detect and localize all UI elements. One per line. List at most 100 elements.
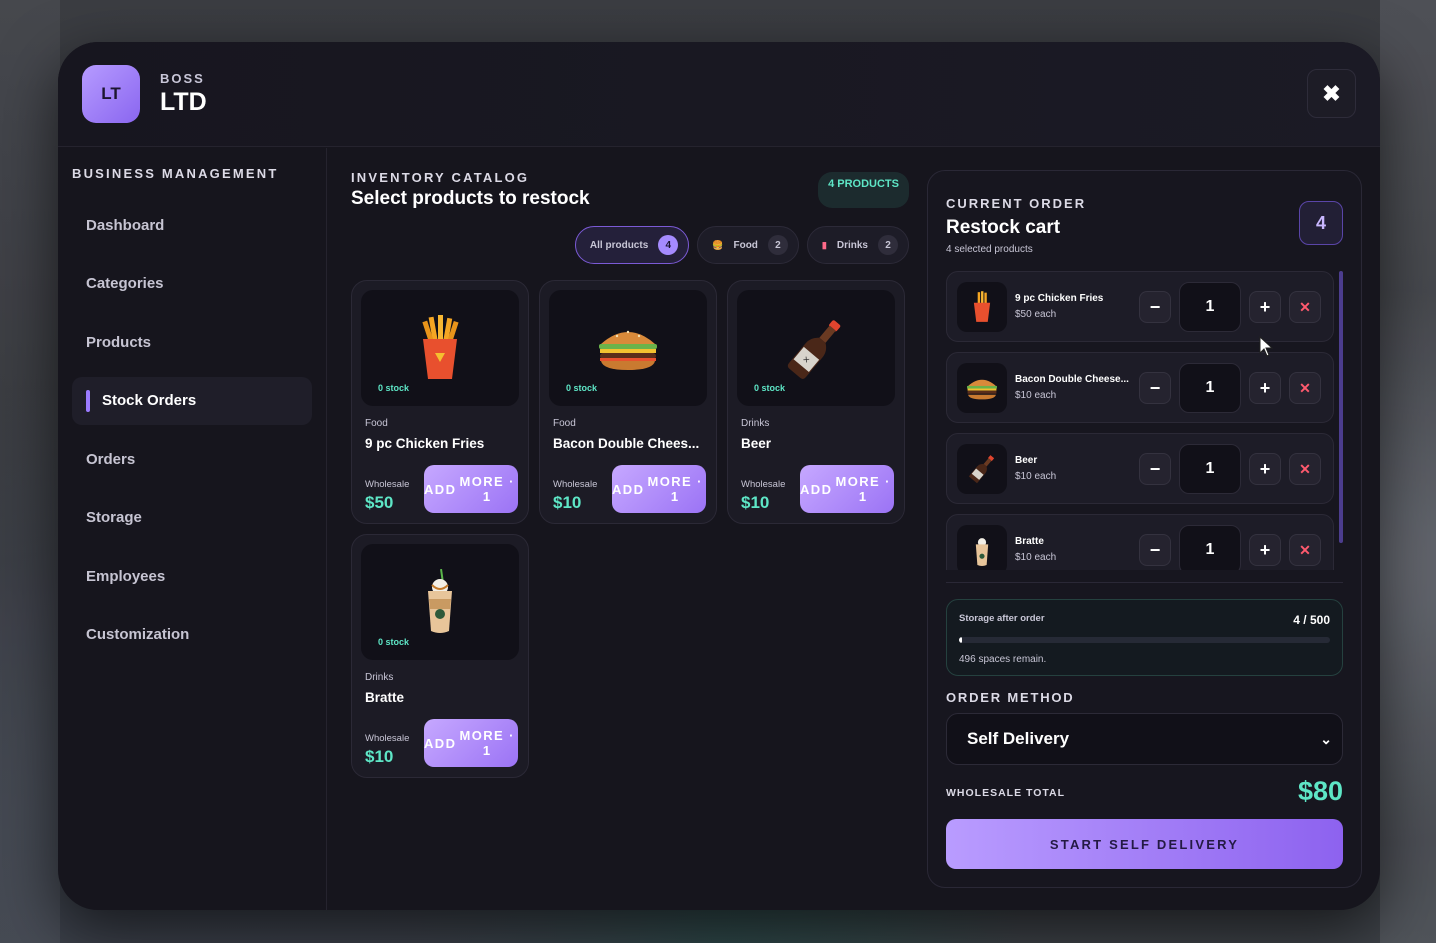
wholesale-price: $10 [741, 493, 770, 512]
order-title: Restock cart [946, 217, 1061, 238]
quantity-value[interactable]: 1 [1179, 363, 1241, 413]
wholesale-price: $50 [365, 493, 394, 512]
increase-button[interactable]: + [1249, 534, 1281, 566]
product-category: Food [365, 418, 388, 429]
product-card: ✕ 0 stock Drinks Beer Wholesale $10 ADD M… [727, 280, 905, 524]
catalog-label: INVENTORY CATALOG [351, 170, 530, 185]
filter-food[interactable]: 🍔 Food 2 [697, 226, 799, 264]
add-more-button[interactable]: ADD MORE · 1 [800, 465, 894, 513]
quantity-stepper: − 1 + ✕ [1139, 282, 1321, 332]
sidebar-item-products[interactable]: Products [72, 318, 312, 366]
close-button[interactable]: ✖ [1307, 69, 1356, 118]
wholesale-label: Wholesale [365, 479, 410, 490]
quantity-value[interactable]: 1 [1179, 444, 1241, 494]
remove-item-button[interactable]: ✕ [1289, 372, 1321, 404]
product-card: 0 stock Food Bacon Double Chees... Whole… [539, 280, 717, 524]
burger-icon [599, 330, 657, 370]
cart-item-name: Beer [1015, 455, 1038, 466]
sidebar-item-label: Stock Orders [102, 392, 197, 409]
remove-item-button[interactable]: ✕ [1289, 453, 1321, 485]
cart-item: Beer $10 each − 1 + ✕ [946, 433, 1334, 504]
sidebar-item-storage[interactable]: Storage [72, 494, 312, 542]
business-logo: LT [82, 65, 140, 123]
sidebar-item-employees[interactable]: Employees [72, 552, 312, 600]
wholesale-total-label: WHOLESALE TOTAL [946, 787, 1066, 799]
product-image: 0 stock [361, 544, 519, 660]
sidebar-item-categories[interactable]: Categories [72, 260, 312, 308]
business-management-panel: LT BOSS LTD ✖ BUSINESS MANAGEMENT Dashbo… [58, 42, 1380, 910]
wholesale-total-value: $80 [1297, 776, 1343, 806]
stock-label: 0 stock [378, 637, 410, 647]
cup-icon: ▮ [821, 239, 827, 250]
storage-summary: Storage after order 4 / 500 496 spaces r… [946, 599, 1343, 676]
sidebar: BUSINESS MANAGEMENT Dashboard Categories… [58, 148, 327, 910]
quantity-value[interactable]: 1 [1179, 525, 1241, 570]
header: LT BOSS LTD ✖ [58, 42, 1380, 147]
product-name: Bacon Double Chees... [553, 436, 700, 451]
remove-item-button[interactable]: ✕ [1289, 291, 1321, 323]
product-image: 0 stock [549, 290, 707, 406]
increase-button[interactable]: + [1249, 291, 1281, 323]
add-more-button[interactable]: ADD MORE · 1 [612, 465, 706, 513]
sidebar-item-customization[interactable]: Customization [72, 611, 312, 659]
inventory-catalog: INVENTORY CATALOG Select products to res… [351, 148, 909, 910]
filter-drinks[interactable]: ▮ Drinks 2 [806, 226, 909, 264]
order-label: CURRENT ORDER [946, 196, 1087, 211]
decrease-button[interactable]: − [1139, 372, 1171, 404]
cart-item-price: $10 each [1015, 390, 1057, 401]
filter-all-products[interactable]: All products 4 [574, 226, 690, 264]
beer-bottle-icon: ✕ [787, 320, 841, 379]
quantity-value[interactable]: 1 [1179, 282, 1241, 332]
cart-count-badge: 4 [1299, 201, 1343, 245]
increase-button[interactable]: + [1249, 372, 1281, 404]
product-grid: 0 stock Food 9 pc Chicken Fries Wholesal… [351, 280, 905, 778]
product-card: 0 stock Food 9 pc Chicken Fries Wholesal… [351, 280, 529, 524]
decrease-button[interactable]: − [1139, 534, 1171, 566]
add-more-button[interactable]: ADD MORE · 1 [424, 465, 518, 513]
cart-item: Bacon Double Cheese... $10 each − 1 + ✕ [946, 352, 1334, 423]
filter-count: 4 [658, 235, 679, 255]
cart-item-thumbnail [957, 362, 1007, 413]
storage-progress-fill [959, 637, 962, 643]
start-self-delivery-button[interactable]: START SELF DELIVERY [946, 819, 1343, 869]
cart-item: 9 pc Chicken Fries $50 each − 1 + ✕ [946, 271, 1334, 342]
wholesale-price: $10 [365, 747, 394, 766]
storage-value: 4 / 500 [1293, 613, 1330, 627]
sidebar-item-dashboard[interactable]: Dashboard [72, 201, 312, 249]
product-category: Drinks [365, 672, 394, 683]
cart-scrollbar[interactable] [1339, 271, 1343, 543]
catalog-title: Select products to restock [351, 188, 590, 209]
quantity-stepper: − 1 + ✕ [1139, 363, 1321, 413]
product-name: Beer [741, 436, 772, 451]
stock-label: 0 stock [754, 383, 786, 393]
quantity-stepper: − 1 + ✕ [1139, 444, 1321, 494]
filter-label: All products [589, 239, 649, 251]
sidebar-item-stock-orders[interactable]: Stock Orders [72, 376, 312, 425]
milkshake-icon [975, 537, 989, 566]
increase-button[interactable]: + [1249, 453, 1281, 485]
order-method-value: Self Delivery [967, 729, 1070, 748]
storage-label: Storage after order [959, 613, 1045, 624]
product-category: Drinks [741, 418, 770, 429]
wholesale-price: $10 [553, 493, 582, 512]
cart-item: Bratte $10 each − 1 + ✕ [946, 514, 1334, 570]
remove-item-button[interactable]: ✕ [1289, 534, 1321, 566]
sidebar-title: BUSINESS MANAGEMENT [72, 166, 279, 181]
fries-icon [422, 315, 459, 379]
divider [946, 582, 1343, 583]
order-method-label: ORDER METHOD [946, 690, 1075, 705]
add-more-button[interactable]: ADD MORE · 1 [424, 719, 518, 767]
quantity-stepper: − 1 + ✕ [1139, 525, 1321, 570]
cart-item-name: Bacon Double Cheese... [1015, 374, 1129, 385]
stock-label: 0 stock [566, 383, 598, 393]
cart-list[interactable]: 9 pc Chicken Fries $50 each − 1 + ✕ Baco… [946, 271, 1341, 570]
decrease-button[interactable]: − [1139, 453, 1171, 485]
sidebar-item-orders[interactable]: Orders [72, 435, 312, 483]
wholesale-label: Wholesale [365, 733, 410, 744]
product-count-badge: 4 PRODUCTS [818, 172, 909, 208]
decrease-button[interactable]: − [1139, 291, 1171, 323]
order-method-select[interactable]: Self Delivery ⌄ [946, 713, 1343, 765]
product-image: 0 stock [361, 290, 519, 406]
burger-icon: 🍔 [712, 239, 724, 250]
cart-item-price: $10 each [1015, 552, 1057, 563]
